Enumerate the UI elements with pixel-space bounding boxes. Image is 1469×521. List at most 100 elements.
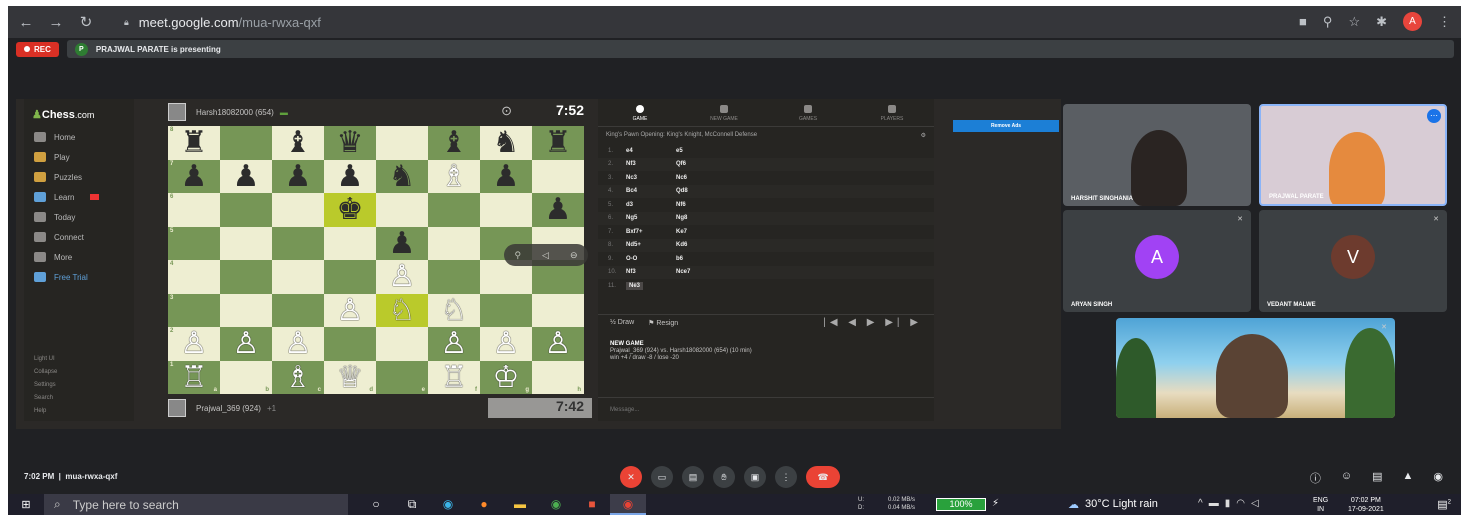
square-h6[interactable]: ♟: [532, 193, 584, 227]
black-pawn-icon[interactable]: ♟: [324, 160, 376, 194]
tab-new-game[interactable]: NEW GAME: [682, 99, 766, 126]
black-move[interactable]: Qf6: [676, 161, 736, 167]
mic-button[interactable]: ✕: [620, 466, 642, 488]
black-pawn-icon[interactable]: ♟: [480, 160, 532, 194]
square-g8[interactable]: ♞: [480, 126, 532, 160]
black-bishop-icon[interactable]: ♝: [428, 126, 480, 160]
square-b4[interactable]: [220, 260, 272, 294]
firefox-icon[interactable]: ●: [466, 494, 502, 515]
white-pawn-icon[interactable]: ♙: [480, 327, 532, 361]
settings-icon[interactable]: ⚙: [921, 132, 926, 139]
square-e5[interactable]: ♟: [376, 226, 428, 260]
black-pawn-icon[interactable]: ♟: [532, 193, 584, 227]
more-options-button[interactable]: ⋮: [775, 466, 797, 488]
file-explorer-icon[interactable]: ▬: [502, 494, 538, 515]
pin-icon[interactable]: ⚲: [514, 250, 521, 261]
move-navigation-arrows[interactable]: |◀ ◀ ▶ ▶| ▶: [823, 317, 922, 328]
square-f2[interactable]: ♙: [428, 327, 480, 361]
star-icon[interactable]: ☆: [1348, 14, 1360, 30]
square-b2[interactable]: ♙: [220, 327, 272, 361]
white-move[interactable]: O-O: [626, 256, 676, 262]
end-call-button[interactable]: ☎︎: [806, 466, 840, 488]
square-h2[interactable]: ♙: [532, 327, 584, 361]
sidebar-bottom-collapse[interactable]: Collapse: [34, 366, 57, 379]
system-tray[interactable]: ^▬▮◠◁: [1198, 498, 1265, 509]
sidebar-bottom-settings[interactable]: Settings: [34, 379, 57, 392]
square-f3[interactable]: ♘: [428, 293, 480, 327]
square-c3[interactable]: [272, 293, 324, 327]
tab-games[interactable]: GAMES: [766, 99, 850, 126]
chrome-icon[interactable]: ◉: [538, 494, 574, 515]
people-icon[interactable]: ☺: [1341, 470, 1352, 486]
black-knight-icon[interactable]: ♞: [480, 126, 532, 160]
speaker-icon[interactable]: ◁: [542, 250, 549, 261]
taskbar-search[interactable]: ⌕ Type here to search: [44, 494, 348, 515]
more-options-icon[interactable]: ⋯: [1427, 109, 1441, 123]
raise-hand-button[interactable]: ✋︎: [713, 466, 735, 488]
sidebar-bottom-light-ui[interactable]: Light UI: [34, 353, 57, 366]
weather-widget[interactable]: ☁ 30°C Light rain: [1068, 498, 1158, 511]
camera-icon[interactable]: ■: [1299, 14, 1307, 29]
white-knight-icon[interactable]: ♘: [376, 294, 428, 328]
white-bishop-icon[interactable]: ♗: [272, 361, 324, 395]
black-pawn-icon[interactable]: ♟: [272, 160, 324, 194]
white-move[interactable]: Nf3: [626, 161, 676, 167]
black-bishop-icon[interactable]: ♝: [272, 126, 324, 160]
white-move[interactable]: Nd5+: [626, 242, 676, 248]
self-view-tile[interactable]: ✕: [1116, 318, 1395, 418]
white-bishop-icon[interactable]: ♗: [428, 160, 480, 194]
square-c6[interactable]: [272, 193, 324, 227]
square-d2[interactable]: [324, 327, 376, 361]
square-a1[interactable]: ♖ 1 a: [168, 360, 220, 395]
square-c5[interactable]: [272, 226, 324, 260]
square-g6[interactable]: [480, 193, 532, 227]
extensions-icon[interactable]: ✱: [1376, 14, 1387, 30]
white-pawn-icon[interactable]: ♙: [428, 327, 480, 361]
tab-players[interactable]: PLAYERS: [850, 99, 934, 126]
square-d7[interactable]: ♟: [324, 159, 376, 194]
task-view-icon[interactable]: ⧉: [394, 494, 430, 515]
square-c7[interactable]: ♟: [272, 159, 324, 194]
activities-icon[interactable]: ▲: [1403, 470, 1414, 486]
black-move[interactable]: Kd6: [676, 242, 736, 248]
bottom-player-name[interactable]: Prajwal_369: [196, 404, 240, 413]
participant-tile-vedant[interactable]: ✕ V VEDANT MALWE: [1259, 210, 1447, 312]
square-b1[interactable]: b: [220, 360, 272, 394]
square-h1[interactable]: h: [532, 360, 584, 394]
language-indicator[interactable]: ENG IN: [1313, 496, 1328, 514]
sidebar-item-more[interactable]: More: [24, 247, 134, 267]
black-king-icon[interactable]: ♚: [324, 193, 376, 227]
cortana-icon[interactable]: ○: [358, 494, 394, 515]
square-f7[interactable]: ♗: [428, 159, 480, 194]
sidebar-item-play[interactable]: Play: [24, 147, 134, 167]
black-pawn-icon[interactable]: ♟: [220, 160, 272, 194]
profile-avatar[interactable]: A: [1403, 12, 1422, 31]
square-a5[interactable]: 5: [168, 226, 220, 260]
tab-game[interactable]: GAME: [598, 99, 682, 126]
white-pawn-icon[interactable]: ♙: [532, 327, 584, 361]
square-h3[interactable]: [532, 293, 584, 327]
present-button[interactable]: ▣: [744, 466, 766, 488]
white-move[interactable]: Ne3: [626, 281, 644, 290]
minus-icon[interactable]: ⊖: [570, 250, 578, 261]
sidebar-item-home[interactable]: Home: [24, 127, 134, 147]
white-rook-icon[interactable]: ♖: [168, 361, 220, 395]
chevron-up-icon[interactable]: ^: [1198, 498, 1209, 509]
sidebar-item-free-trial[interactable]: Free Trial: [24, 267, 134, 287]
square-f1[interactable]: ♖ f: [428, 360, 480, 394]
forward-arrow-icon[interactable]: →: [44, 14, 68, 31]
back-arrow-icon[interactable]: ←: [14, 14, 38, 31]
chrome-active-icon[interactable]: ◉: [610, 494, 646, 515]
black-move[interactable]: Nce7: [676, 269, 736, 275]
chess-logo[interactable]: ♟Chess.com: [24, 99, 134, 121]
white-move[interactable]: Ng5: [626, 215, 676, 221]
top-player-name[interactable]: Harsh18082000: [196, 108, 253, 117]
message-input[interactable]: Message...: [598, 397, 934, 419]
square-c2[interactable]: ♙: [272, 327, 324, 361]
host-controls-icon[interactable]: ◉: [1433, 470, 1443, 486]
square-c1[interactable]: ♗ c: [272, 360, 324, 395]
mic-tray-icon[interactable]: ▮: [1225, 498, 1237, 509]
wifi-icon[interactable]: ◠: [1236, 498, 1251, 509]
reload-icon[interactable]: ↻: [74, 13, 98, 31]
participant-tile-prajwal[interactable]: ⋯ PRAJWAL PARATE: [1259, 104, 1447, 206]
